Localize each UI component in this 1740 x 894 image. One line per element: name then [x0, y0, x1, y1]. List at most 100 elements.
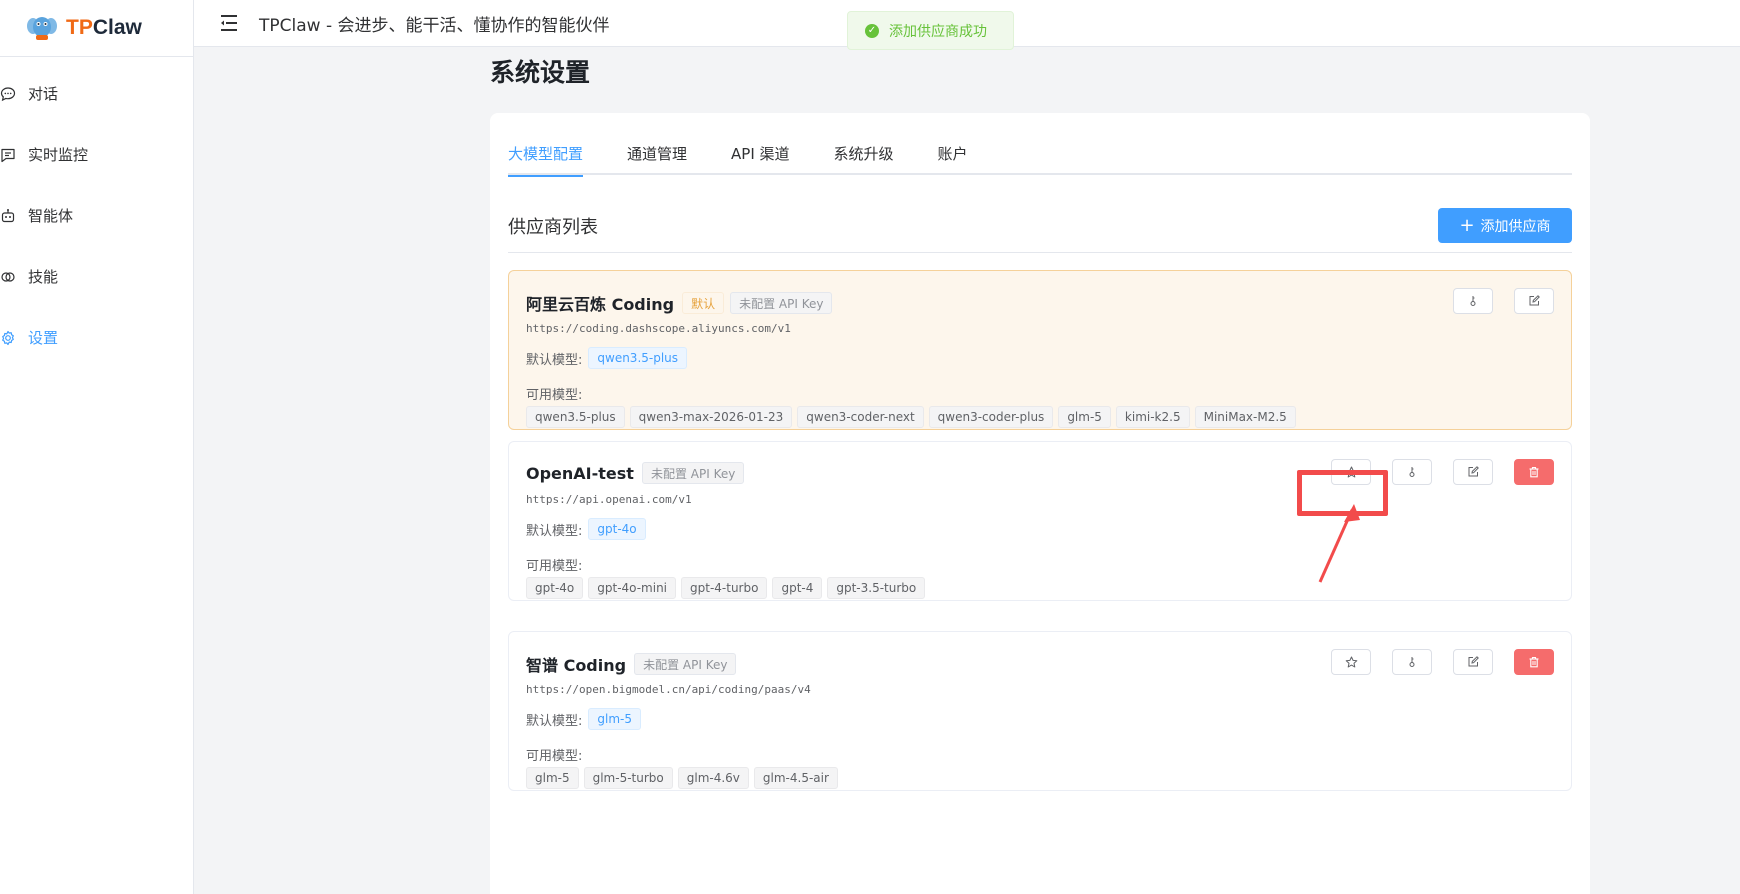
star-icon — [1345, 466, 1357, 477]
api-key-status-badge: 未配置 API Key — [641, 462, 745, 484]
sidebar-item-label: 设置 — [28, 329, 59, 347]
sidebar-item-settings[interactable]: 设置 — [0, 307, 193, 368]
model-tag: qwen3-max-2026-01-23 — [629, 406, 793, 428]
default-model-row: 默认模型: gpt-4o — [526, 518, 652, 540]
set-default-button[interactable] — [1331, 649, 1371, 675]
key-button[interactable] — [1392, 649, 1432, 675]
collapse-menu-icon[interactable] — [220, 14, 242, 32]
default-model-label: 默认模型: — [526, 523, 583, 539]
sidebar-item-monitor[interactable]: 实时监控 — [0, 124, 193, 185]
default-model-tag: gpt-4o — [588, 518, 646, 540]
model-tag: glm-5-turbo — [583, 767, 673, 789]
edit-icon — [1529, 295, 1540, 306]
tab-model-config[interactable]: 大模型配置 — [508, 141, 584, 177]
edit-icon — [1468, 656, 1479, 667]
model-tag: qwen3-coder-next — [797, 406, 924, 428]
provider-header: 阿里云百炼 Coding 默认 未配置 API Key — [526, 291, 838, 315]
model-tag: glm-5 — [526, 767, 579, 789]
available-models-label: 可用模型: — [526, 749, 583, 764]
star-icon — [1345, 656, 1357, 667]
provider-card: 智谱 Coding 未配置 API Key https://open.bigmo… — [508, 631, 1572, 791]
provider-name: 智谱 Coding — [526, 656, 627, 675]
default-model-row: 默认模型: glm-5 — [526, 708, 647, 730]
trash-icon — [1529, 466, 1539, 478]
default-model-label: 默认模型: — [526, 713, 583, 729]
available-models-label: 可用模型: — [526, 388, 583, 403]
provider-card: 阿里云百炼 Coding 默认 未配置 API Key https://codi… — [508, 270, 1572, 430]
logo[interactable]: TPClaw — [0, 0, 193, 57]
available-models-list: qwen3.5-plus qwen3-max-2026-01-23 qwen3-… — [526, 406, 1301, 428]
check-circle-icon: ✓ — [865, 23, 879, 38]
trash-icon — [1529, 656, 1539, 668]
delete-button[interactable] — [1514, 459, 1554, 485]
default-model-row: 默认模型: qwen3.5-plus — [526, 347, 693, 369]
sidebar: TPClaw 对话 实时监控 智能体 技能 设置 — [0, 0, 194, 894]
edit-button[interactable] — [1453, 649, 1493, 675]
model-tag: glm-5 — [1058, 406, 1111, 428]
delete-button[interactable] — [1514, 649, 1554, 675]
provider-name: 阿里云百炼 Coding — [526, 295, 675, 314]
header-title: TPClaw - 会进步、能干活、懂协作的智能伙伴 — [259, 15, 610, 36]
provider-card: OpenAI-test 未配置 API Key https://api.open… — [508, 441, 1572, 601]
sidebar-item-label: 智能体 — [28, 207, 74, 225]
model-tag: glm-4.5-air — [753, 767, 838, 789]
sidebar-item-skills[interactable]: 技能 — [0, 246, 193, 307]
edit-button[interactable] — [1453, 459, 1493, 485]
default-model-tag: glm-5 — [588, 708, 641, 730]
model-tag: gpt-4o — [526, 577, 584, 599]
model-tag: MiniMax-M2.5 — [1194, 406, 1296, 428]
model-tag: gpt-3.5-turbo — [827, 577, 926, 599]
available-models-list: glm-5 glm-5-turbo glm-4.6v glm-4.5-air — [526, 767, 843, 789]
edit-button[interactable] — [1514, 288, 1554, 314]
sidebar-item-label: 对话 — [28, 85, 59, 103]
api-key-status-badge: 未配置 API Key — [730, 292, 833, 314]
logo-text: TPClaw — [66, 16, 142, 40]
available-models-list: gpt-4o gpt-4o-mini gpt-4-turbo gpt-4 gpt… — [526, 577, 930, 599]
tab-api-channels[interactable]: API 渠道 — [731, 141, 790, 175]
key-icon — [1409, 467, 1415, 477]
settings-tabs: 大模型配置 通道管理 API 渠道 系统升级 账户 — [508, 141, 1572, 177]
default-badge: 默认 — [682, 292, 725, 314]
tab-account[interactable]: 账户 — [938, 141, 968, 175]
sidebar-item-label: 技能 — [28, 268, 59, 286]
key-button[interactable] — [1392, 459, 1432, 485]
provider-url: https://api.openai.com/v1 — [526, 493, 692, 506]
edit-icon — [1468, 466, 1479, 477]
model-tag: kimi-k2.5 — [1115, 406, 1190, 428]
section-title: 供应商列表 — [508, 217, 598, 238]
gear-icon — [0, 330, 16, 346]
key-button[interactable] — [1453, 288, 1493, 314]
sidebar-item-chat[interactable]: 对话 — [0, 63, 193, 124]
sidebar-nav: 对话 实时监控 智能体 技能 设置 — [0, 63, 193, 368]
monitor-icon — [0, 147, 16, 163]
sidebar-item-label: 实时监控 — [28, 146, 89, 164]
default-model-tag: qwen3.5-plus — [588, 347, 688, 369]
success-toast: ✓ 添加供应商成功 — [847, 11, 1014, 50]
model-tag: gpt-4-turbo — [681, 577, 768, 599]
model-tag: gpt-4 — [772, 577, 823, 599]
set-default-button[interactable] — [1331, 459, 1371, 485]
provider-url: https://coding.dashscope.aliyuncs.com/v1 — [526, 322, 791, 335]
tab-system-upgrade[interactable]: 系统升级 — [834, 141, 894, 175]
divider — [508, 252, 1572, 253]
add-provider-label: 添加供应商 — [1480, 218, 1551, 235]
robot-icon — [0, 208, 16, 224]
elephant-logo-icon — [26, 13, 58, 43]
plus-icon: + — [1459, 214, 1475, 236]
available-models-label: 可用模型: — [526, 559, 583, 574]
key-icon — [1470, 296, 1476, 306]
model-tag: qwen3.5-plus — [526, 406, 625, 428]
add-provider-button[interactable]: + 添加供应商 — [1438, 208, 1572, 243]
page-title: 系统设置 — [490, 58, 591, 87]
provider-actions — [1310, 649, 1554, 675]
sidebar-item-agent[interactable]: 智能体 — [0, 185, 193, 246]
provider-header: 智谱 Coding 未配置 API Key — [526, 652, 742, 676]
logo-tp: TP — [66, 16, 93, 39]
chat-icon — [0, 86, 16, 102]
model-tag: gpt-4o-mini — [588, 577, 677, 599]
logo-claw: Claw — [92, 16, 142, 39]
tab-channel-management[interactable]: 通道管理 — [627, 141, 687, 175]
link-icon — [0, 269, 16, 285]
provider-header: OpenAI-test 未配置 API Key — [526, 462, 750, 484]
provider-name: OpenAI-test — [526, 463, 634, 483]
